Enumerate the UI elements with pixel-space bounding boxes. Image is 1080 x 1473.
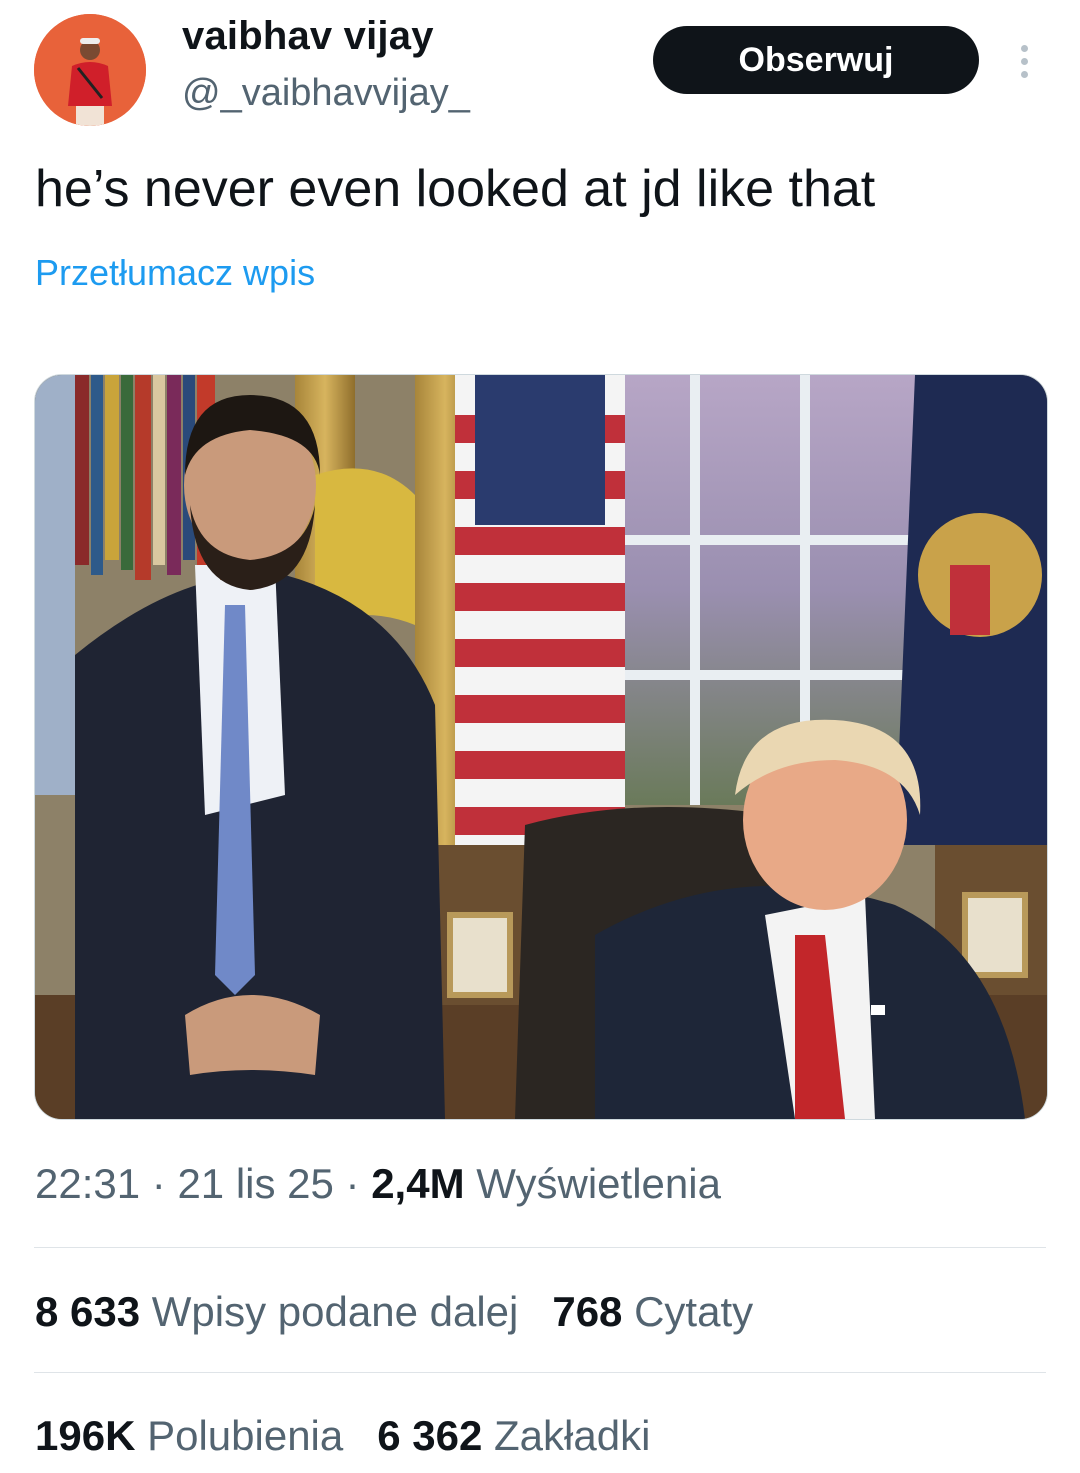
bookmarks-stat[interactable]: 6 362 Zakładki <box>377 1412 650 1460</box>
meta-separator: · <box>333 1160 372 1207</box>
reposts-count: 8 633 <box>35 1288 141 1335</box>
avatar[interactable] <box>34 14 146 126</box>
tweet-media-photo[interactable] <box>34 374 1048 1120</box>
bookmarks-count: 6 362 <box>377 1412 483 1459</box>
display-name[interactable]: vaibhav vijay <box>182 14 434 59</box>
more-dot <box>1020 57 1028 65</box>
tweet-time[interactable]: 22:31 <box>35 1160 140 1207</box>
likes-label: Polubienia <box>147 1412 344 1459</box>
avatar-image <box>34 14 146 126</box>
views-label: Wyświetlenia <box>476 1160 721 1207</box>
reposts-stat[interactable]: 8 633 Wpisy podane dalej <box>35 1288 518 1336</box>
divider <box>34 1247 1046 1248</box>
reposts-label: Wpisy podane dalej <box>151 1288 519 1335</box>
translate-post-link[interactable]: Przetłumacz wpis <box>35 252 315 294</box>
tweet-text: he’s never even looked at jd like that <box>35 160 876 218</box>
follow-button[interactable]: Obserwuj <box>653 26 979 94</box>
likes-stat[interactable]: 196K Polubienia <box>35 1412 343 1460</box>
views-count: 2,4M <box>371 1160 465 1207</box>
stats-row-reposts-quotes: 8 633 Wpisy podane dalej 768 Cytaty <box>35 1288 753 1336</box>
more-dot <box>1020 44 1028 52</box>
stats-row-likes-bookmarks: 196K Polubienia 6 362 Zakładki <box>35 1412 650 1460</box>
tweet-date[interactable]: 21 lis 25 <box>177 1160 333 1207</box>
meta-separator: · <box>140 1160 178 1207</box>
quotes-stat[interactable]: 768 Cytaty <box>552 1288 753 1336</box>
bookmarks-label: Zakładki <box>494 1412 651 1459</box>
more-dot <box>1020 70 1028 78</box>
tweet-meta: 22:31 · 21 lis 25 · 2,4M Wyświetlenia <box>35 1160 721 1208</box>
user-handle[interactable]: @_vaibhavvijay_ <box>182 72 470 115</box>
more-vertical-icon[interactable] <box>1004 36 1044 86</box>
likes-count: 196K <box>35 1412 136 1459</box>
divider <box>34 1372 1046 1373</box>
photo-illustration <box>35 375 1047 1119</box>
quotes-label: Cytaty <box>634 1288 754 1335</box>
quotes-count: 768 <box>552 1288 623 1335</box>
